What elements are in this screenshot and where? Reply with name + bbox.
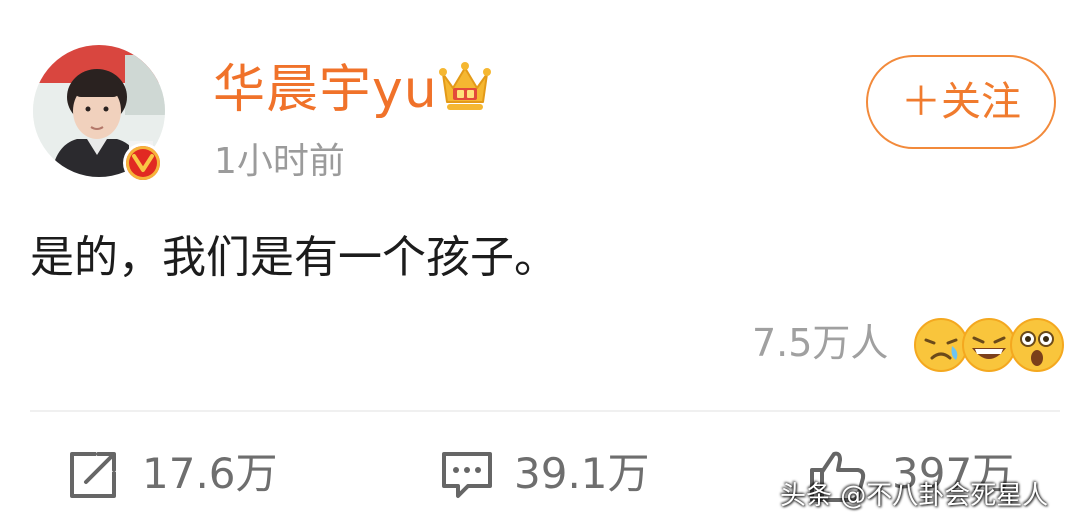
surprised-emoji-icon[interactable]: [1008, 316, 1066, 374]
comment-icon: [442, 452, 492, 498]
share-button[interactable]: 17.6万: [66, 440, 296, 510]
comment-button[interactable]: 39.1万: [440, 440, 670, 510]
avatar-container[interactable]: [33, 45, 169, 183]
share-icon: [70, 452, 116, 498]
share-count: 17.6万: [142, 449, 278, 498]
reaction-count[interactable]: 7.5万人: [752, 318, 888, 368]
divider: [30, 410, 1060, 412]
weibo-post: 华晨宇yu 1小时前 ＋关注 是的，我们是有一个孩子。 7.5万人 17.6万 …: [0, 0, 1080, 522]
crown-icon: [437, 60, 493, 114]
verified-badge-icon: [123, 143, 163, 183]
watermark: 头条 @不八卦会死星人: [780, 481, 1049, 511]
post-timestamp: 1小时前: [214, 141, 345, 182]
username[interactable]: 华晨宇yu: [213, 58, 438, 122]
follow-button[interactable]: ＋关注: [866, 55, 1056, 149]
comment-count: 39.1万: [514, 449, 650, 498]
post-text: 是的，我们是有一个孩子。: [30, 232, 558, 283]
